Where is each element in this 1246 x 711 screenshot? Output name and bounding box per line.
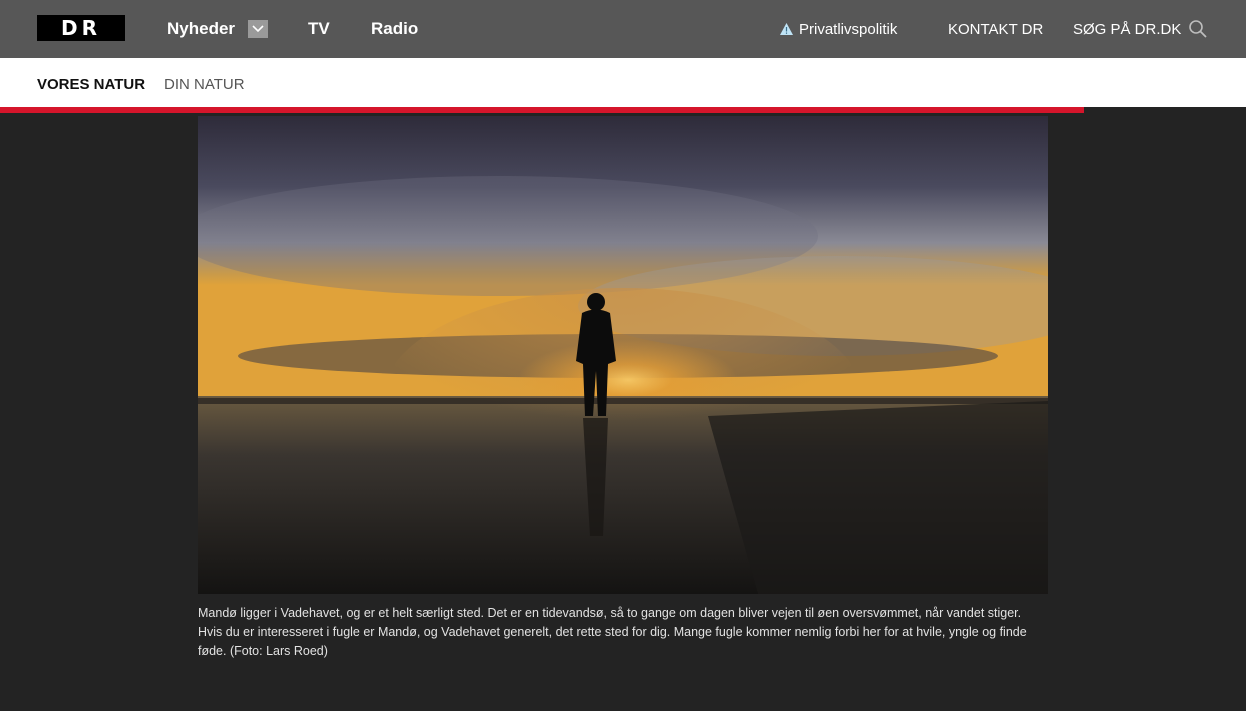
contact-dr-link[interactable]: KONTAKT DR bbox=[948, 21, 1043, 38]
search-dr-link[interactable]: SØG PÅ DR.DK bbox=[1073, 21, 1181, 38]
nav-radio[interactable]: Radio bbox=[371, 19, 418, 39]
chevron-down-icon bbox=[252, 25, 264, 33]
warning-triangle-icon bbox=[780, 23, 793, 35]
search-icon[interactable] bbox=[1188, 19, 1208, 39]
section-subnav: VORES NATUR DIN NATUR bbox=[0, 58, 1246, 107]
nav-tv[interactable]: TV bbox=[308, 19, 330, 39]
article-photo bbox=[198, 116, 1048, 594]
top-navigation-bar: DR Nyheder TV Radio Privatlivspolitik KO… bbox=[0, 0, 1246, 58]
photo-caption: Mandø ligger i Vadehavet, og er et helt … bbox=[198, 606, 1027, 658]
nav-nyheder[interactable]: Nyheder bbox=[167, 19, 235, 39]
nyheder-dropdown-button[interactable] bbox=[248, 20, 268, 38]
reading-progress-fill bbox=[0, 107, 1085, 113]
privacy-policy-link[interactable]: Privatlivspolitik bbox=[799, 21, 897, 38]
tab-vores-natur[interactable]: VORES NATUR bbox=[37, 76, 145, 93]
dr-logo[interactable]: DR bbox=[37, 15, 125, 41]
reading-progress-bar bbox=[0, 107, 1246, 113]
tab-din-natur[interactable]: DIN NATUR bbox=[164, 76, 245, 93]
